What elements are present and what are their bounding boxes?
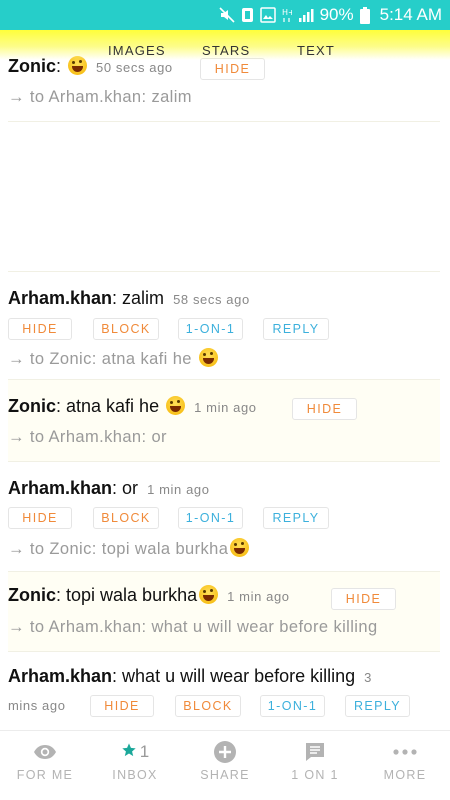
reply-context: → to Arham.khan: what u will wear before… bbox=[8, 618, 378, 636]
reply-context: → to Zonic: atna kafi he bbox=[8, 348, 218, 369]
block-button[interactable]: BLOCK bbox=[93, 318, 159, 340]
battery-icon bbox=[359, 6, 370, 24]
post-header: Arham.khan: or 1 min ago bbox=[8, 478, 210, 498]
nav-label: 1 ON 1 bbox=[291, 768, 339, 782]
svg-text:H+: H+ bbox=[282, 8, 292, 17]
mute-icon bbox=[219, 7, 235, 23]
laughing-face-icon bbox=[199, 585, 219, 604]
one-on-one-button[interactable]: 1-ON-1 bbox=[260, 695, 325, 717]
reply-context: → to Zonic: topi wala burkha bbox=[8, 538, 250, 559]
author-name[interactable]: Arham.khan bbox=[8, 478, 112, 498]
hide-button[interactable]: HIDE bbox=[8, 318, 72, 340]
top-tab-bar: IMAGES STARS TEXT bbox=[0, 30, 450, 60]
one-on-one-button[interactable]: 1-ON-1 bbox=[178, 318, 243, 340]
laughing-face-icon bbox=[166, 396, 186, 415]
timestamp: 1 min ago bbox=[147, 482, 210, 497]
list-item: Zonic: topi wala burkha 1 min ago HIDE →… bbox=[8, 572, 440, 652]
bottom-nav: FOR ME 1 INBOX SHARE 1 ON 1 MORE bbox=[0, 730, 450, 800]
nav-label: FOR ME bbox=[16, 768, 74, 782]
list-item: Arham.khan: what u will wear before kill… bbox=[8, 652, 440, 730]
hide-button[interactable]: HIDE bbox=[90, 695, 154, 717]
timestamp: 3 bbox=[364, 670, 373, 685]
list-item: Zonic: atna kafi he 1 min ago HIDE → to … bbox=[8, 380, 440, 462]
reply-context: → to Arham.khan: zalim bbox=[8, 88, 192, 106]
author-name[interactable]: Arham.khan bbox=[8, 288, 112, 308]
hide-button[interactable]: HIDE bbox=[292, 398, 357, 420]
block-button[interactable]: BLOCK bbox=[93, 507, 159, 529]
nav-for-me[interactable]: FOR ME bbox=[0, 731, 90, 800]
plus-circle-icon bbox=[180, 740, 270, 764]
message-text: what u will wear before killing bbox=[122, 666, 356, 686]
list-item: Arham.khan: zalim 58 secs ago HIDE BLOCK… bbox=[8, 272, 440, 380]
tab-stars[interactable]: STARS bbox=[202, 43, 250, 58]
status-bar: H+ 90% 5:14 AM bbox=[0, 0, 450, 30]
hide-button[interactable]: HIDE bbox=[200, 58, 265, 80]
reply-button[interactable]: REPLY bbox=[345, 695, 410, 717]
image-icon bbox=[259, 7, 276, 23]
notification-icon bbox=[241, 7, 254, 23]
timestamp: 1 min ago bbox=[227, 589, 290, 604]
message-text: zalim bbox=[122, 288, 165, 308]
battery-percentage: 90% bbox=[319, 5, 354, 24]
timestamp: 58 secs ago bbox=[173, 292, 250, 307]
nav-share[interactable]: SHARE bbox=[180, 731, 270, 800]
star-icon bbox=[121, 742, 137, 763]
block-button[interactable]: BLOCK bbox=[175, 695, 241, 717]
reply-button[interactable]: REPLY bbox=[263, 507, 329, 529]
post-header: Zonic: atna kafi he 1 min ago bbox=[8, 396, 257, 416]
message-text: atna kafi he bbox=[66, 396, 160, 416]
nav-inbox[interactable]: 1 INBOX bbox=[90, 731, 180, 800]
post-header: Zonic: topi wala burkha 1 min ago bbox=[8, 585, 290, 605]
list-item: Arham.khan: or 1 min ago HIDE BLOCK 1-ON… bbox=[8, 462, 440, 572]
author-name[interactable]: Zonic bbox=[8, 396, 56, 416]
message-text: topi wala burkha bbox=[66, 585, 198, 605]
laughing-face-icon bbox=[198, 348, 218, 367]
nav-more[interactable]: MORE bbox=[360, 731, 450, 800]
post-header: Arham.khan: zalim 58 secs ago bbox=[8, 288, 250, 308]
signal-icon bbox=[298, 7, 314, 23]
message-text: or bbox=[122, 478, 139, 498]
hide-button[interactable]: HIDE bbox=[331, 588, 396, 610]
post-header: Arham.khan: what u will wear before kill… bbox=[8, 666, 373, 686]
author-name[interactable]: Arham.khan bbox=[8, 666, 112, 686]
timestamp: 1 min ago bbox=[194, 400, 257, 415]
author-name[interactable]: Zonic bbox=[8, 585, 56, 605]
nav-label: SHARE bbox=[200, 768, 250, 782]
h-plus-icon: H+ bbox=[282, 7, 292, 23]
more-dots-icon bbox=[360, 740, 450, 764]
reply-context: → to Arham.khan: or bbox=[8, 428, 167, 446]
tab-images[interactable]: IMAGES bbox=[108, 43, 166, 58]
laughing-face-icon bbox=[230, 538, 250, 557]
one-on-one-button[interactable]: 1-ON-1 bbox=[178, 507, 243, 529]
tab-text[interactable]: TEXT bbox=[297, 43, 335, 58]
nav-label: MORE bbox=[383, 768, 427, 782]
message-feed[interactable]: Zonic: 50 secs ago HIDE → to Arham.khan:… bbox=[0, 30, 450, 730]
nav-one-on-one[interactable]: 1 ON 1 bbox=[270, 731, 360, 800]
clock: 5:14 AM bbox=[379, 5, 442, 24]
timestamp: 50 secs ago bbox=[96, 60, 173, 75]
empty-list-item bbox=[8, 122, 440, 272]
timestamp-continued: mins ago bbox=[8, 698, 66, 713]
eye-icon bbox=[0, 740, 90, 764]
chat-icon bbox=[270, 740, 360, 764]
hide-button[interactable]: HIDE bbox=[8, 507, 72, 529]
reply-button[interactable]: REPLY bbox=[263, 318, 329, 340]
nav-label: INBOX bbox=[112, 768, 158, 782]
inbox-count: 1 bbox=[139, 742, 150, 761]
